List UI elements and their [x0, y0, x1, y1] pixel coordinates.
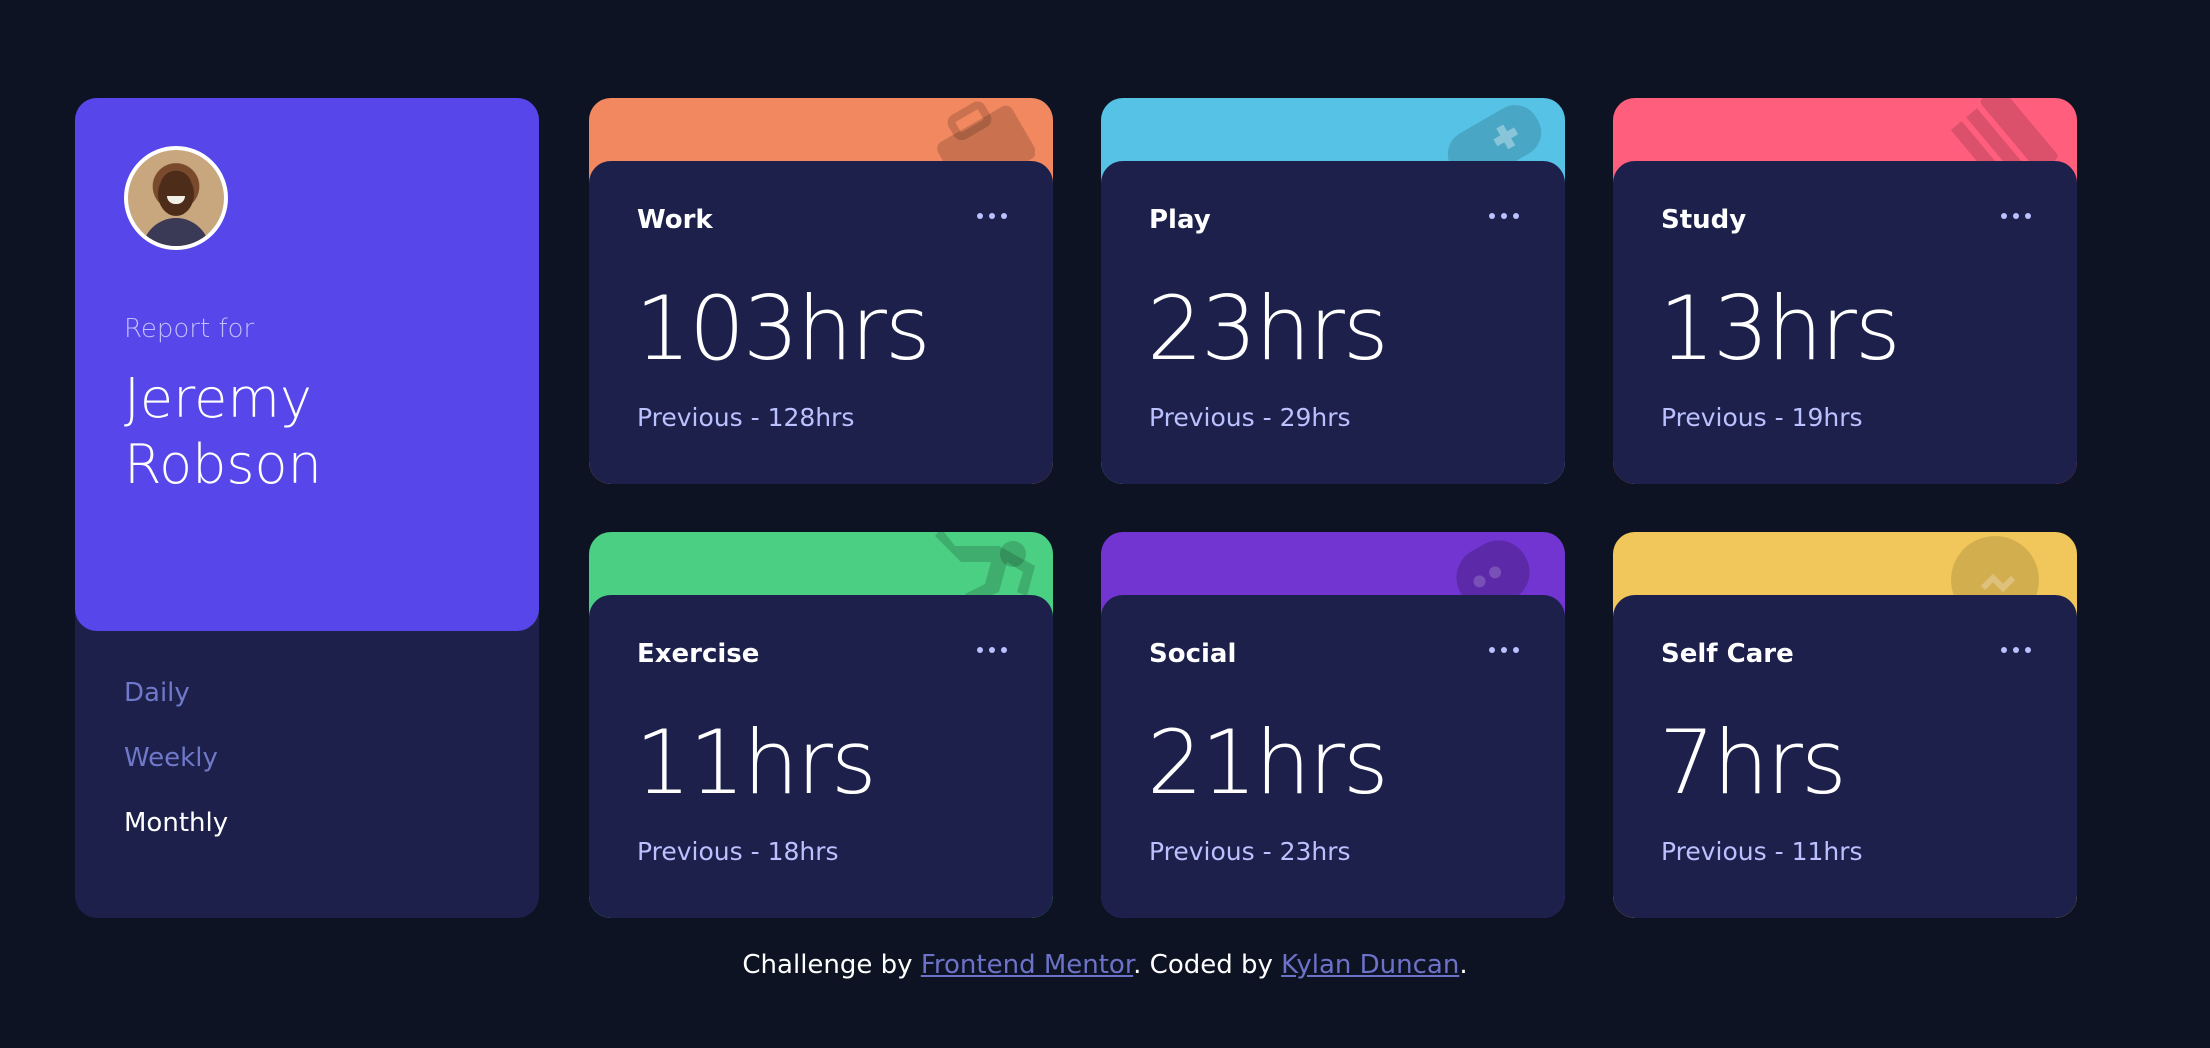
card-title: Social [1149, 639, 1237, 669]
card-body: Play 23hrs Previous - 29hrs [1101, 161, 1565, 484]
previous-hours: Previous - 29hrs [1149, 403, 1351, 432]
card-title: Play [1149, 205, 1211, 235]
frontend-mentor-link[interactable]: Frontend Mentor [921, 950, 1133, 980]
current-hours: 23hrs [1147, 277, 1389, 380]
footer-prefix: Challenge by [742, 950, 921, 980]
previous-hours: Previous - 19hrs [1661, 403, 1863, 432]
period-selector: Daily Weekly Monthly [124, 678, 228, 873]
ellipsis-menu-icon[interactable] [1489, 211, 1519, 221]
current-hours: 103hrs [635, 277, 931, 380]
activity-card-social: Social 21hrs Previous - 23hrs [1101, 532, 1565, 918]
previous-hours: Previous - 128hrs [637, 403, 855, 432]
activity-card-study: Study 13hrs Previous - 19hrs [1613, 98, 2077, 484]
avatar [124, 146, 228, 250]
card-body: Self Care 7hrs Previous - 11hrs [1613, 595, 2077, 918]
card-body: Exercise 11hrs Previous - 18hrs [589, 595, 1053, 918]
card-title: Work [637, 205, 713, 235]
period-weekly[interactable]: Weekly [124, 743, 228, 808]
previous-hours: Previous - 18hrs [637, 837, 839, 866]
attribution-footer: Challenge by Frontend Mentor. Coded by K… [0, 950, 2210, 980]
card-title: Exercise [637, 639, 760, 669]
profile-card: Report for Jeremy Robson Daily Weekly Mo… [75, 98, 539, 918]
ellipsis-menu-icon[interactable] [2001, 211, 2031, 221]
activity-card-play: Play 23hrs Previous - 29hrs [1101, 98, 1565, 484]
previous-hours: Previous - 11hrs [1661, 837, 1863, 866]
footer-middle: . Coded by [1133, 950, 1282, 980]
ellipsis-menu-icon[interactable] [2001, 645, 2031, 655]
ellipsis-menu-icon[interactable] [977, 211, 1007, 221]
report-for-label: Report for [124, 314, 255, 344]
period-daily[interactable]: Daily [124, 678, 228, 743]
activity-card-exercise: Exercise 11hrs Previous - 18hrs [589, 532, 1053, 918]
current-hours: 7hrs [1659, 711, 1847, 814]
user-name: Jeremy Robson [124, 367, 322, 496]
current-hours: 21hrs [1147, 711, 1389, 814]
card-body: Social 21hrs Previous - 23hrs [1101, 595, 1565, 918]
card-title: Study [1661, 205, 1747, 235]
card-body: Study 13hrs Previous - 19hrs [1613, 161, 2077, 484]
activity-card-work: Work 103hrs Previous - 128hrs [589, 98, 1053, 484]
current-hours: 13hrs [1659, 277, 1901, 380]
activity-card-self-care: Self Care 7hrs Previous - 11hrs [1613, 532, 2077, 918]
author-link[interactable]: Kylan Duncan [1281, 950, 1459, 980]
period-monthly[interactable]: Monthly [124, 808, 228, 873]
footer-suffix: . [1459, 950, 1468, 980]
card-title: Self Care [1661, 639, 1794, 669]
previous-hours: Previous - 23hrs [1149, 837, 1351, 866]
ellipsis-menu-icon[interactable] [977, 645, 1007, 655]
ellipsis-menu-icon[interactable] [1489, 645, 1519, 655]
profile-header: Report for Jeremy Robson [75, 98, 539, 631]
current-hours: 11hrs [635, 711, 877, 814]
card-body: Work 103hrs Previous - 128hrs [589, 161, 1053, 484]
